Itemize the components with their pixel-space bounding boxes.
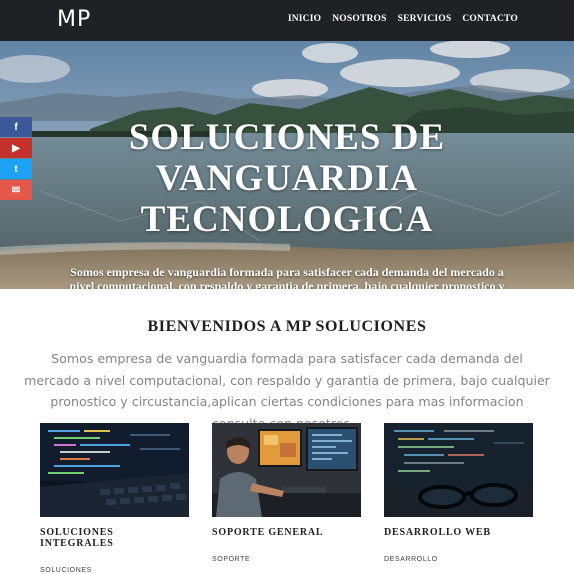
hero-subtitle: Somos empresa de vanguardia formada para… (69, 265, 505, 289)
card-title: DESARROLLO WEB (384, 527, 491, 538)
navbar: MP INICIO NOSOTROS SERVICIOS CONTACTO (0, 0, 574, 41)
service-card[interactable]: SOLUCIONES INTEGRALES SOLUCIONES (40, 423, 189, 574)
card-subtitle: SOLUCIONES (40, 567, 92, 574)
nav-contacto[interactable]: CONTACTO (462, 14, 518, 24)
hero-title-line: TECNOLOGICA (140, 199, 434, 240)
main-nav: INICIO NOSOTROS SERVICIOS CONTACTO (288, 14, 518, 24)
social-sidebar: f ▶ t ✉ (0, 117, 32, 200)
nav-inicio[interactable]: INICIO (288, 14, 321, 24)
nav-nosotros[interactable]: NOSOTROS (332, 14, 386, 24)
nav-servicios[interactable]: SERVICIOS (398, 14, 452, 24)
site-logo[interactable]: MP (57, 7, 91, 32)
card-title: SOPORTE GENERAL (212, 527, 324, 538)
service-card[interactable]: DESARROLLO WEB DESARROLLO (384, 423, 533, 563)
card-subtitle: DESARROLLO (384, 556, 438, 563)
developer-monitors-image (212, 423, 361, 517)
youtube-icon[interactable]: ▶ (0, 138, 32, 158)
service-card[interactable]: SOPORTE GENERAL SOPORTE (212, 423, 361, 563)
laptop-code-image (40, 423, 189, 517)
code-screen-glasses-image (384, 423, 533, 517)
hero-title-line: VANGUARDIA (155, 158, 419, 199)
card-title: SOLUCIONES INTEGRALES (40, 527, 114, 549)
facebook-icon[interactable]: f (0, 117, 32, 137)
hero-title: SOLUCIONES DE VANGUARDIA TECNOLOGICA (0, 117, 574, 240)
welcome-title: BIENVENIDOS A MP SOLUCIONES (147, 318, 427, 335)
twitter-icon[interactable]: t (0, 159, 32, 179)
welcome-text: Somos empresa de vanguardia formada para… (24, 351, 550, 431)
card-subtitle: SOPORTE (212, 556, 251, 563)
mail-icon[interactable]: ✉ (0, 180, 32, 200)
hero-title-line: SOLUCIONES DE (128, 117, 446, 158)
hero-banner: SOLUCIONES DE VANGUARDIA TECNOLOGICA Som… (0, 41, 574, 289)
